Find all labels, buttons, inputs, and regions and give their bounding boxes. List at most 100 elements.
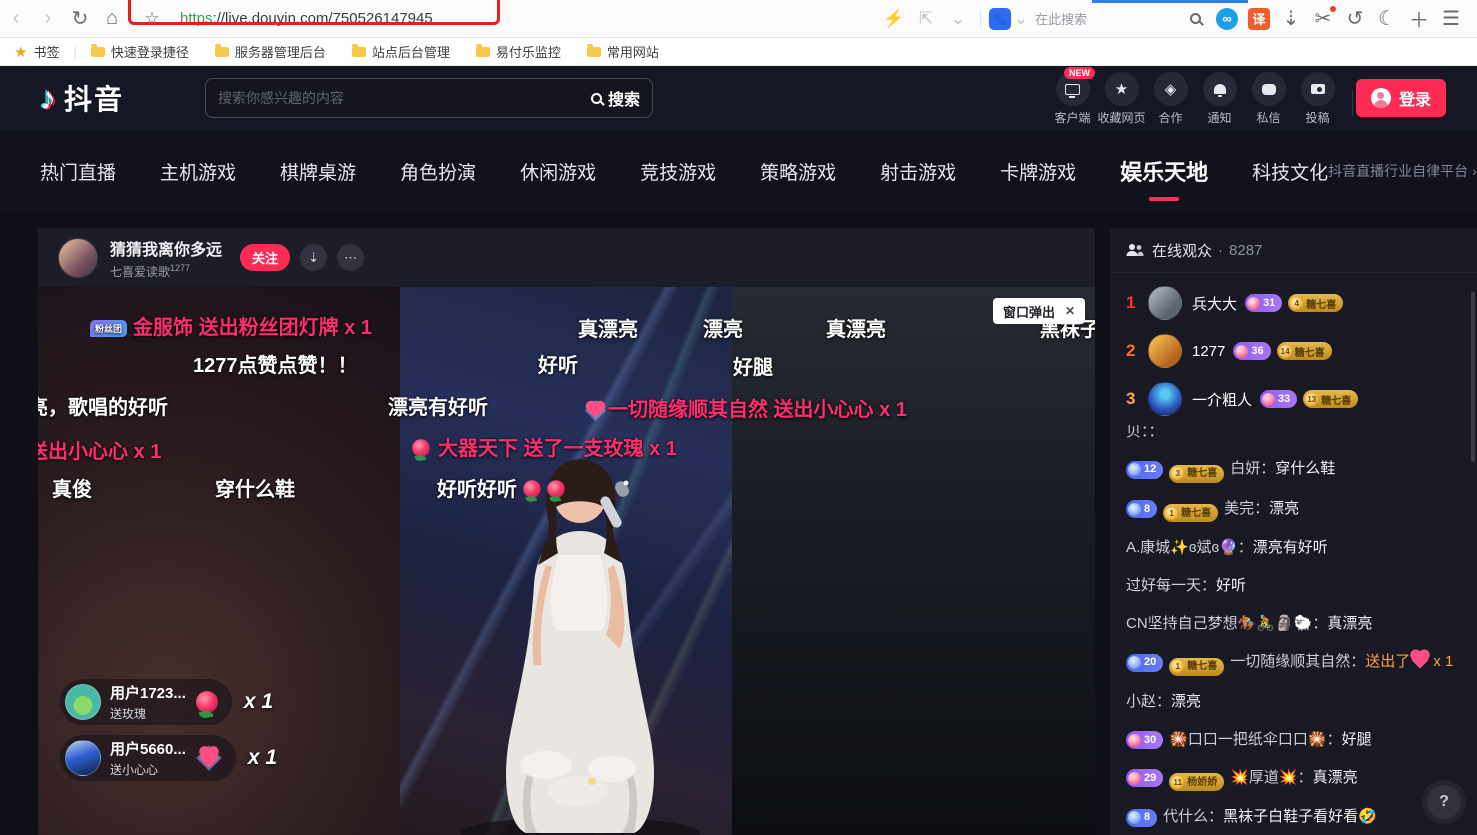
tab-tech-culture[interactable]: 科技文化 [1252, 158, 1328, 185]
paw-search-engine-icon[interactable]: 🐾 [989, 8, 1011, 30]
douyin-logo[interactable]: ♪ 抖音 [40, 78, 124, 118]
chat-message: 81糖七喜美完：漂亮 [1126, 496, 1463, 523]
viewer-avatar [1148, 334, 1182, 368]
search-icon[interactable] [1180, 4, 1210, 34]
fanclub-badge: 3糖七喜 [1169, 465, 1224, 483]
forward-icon[interactable]: › [33, 4, 63, 34]
translate-icon[interactable]: 译 [1248, 8, 1270, 30]
rank-row[interactable]: 1 兵大大 31 4糖七喜 [1110, 279, 1477, 327]
danmaku: 1277点赞点赞！！ [193, 349, 358, 378]
rank-row[interactable]: 2 1277 36 14糖七喜 [1110, 327, 1477, 375]
site-search-box[interactable]: 搜索 [205, 78, 653, 118]
bookmark-folder[interactable]: 服务器管理后台 [215, 42, 326, 61]
download-icon[interactable]: ⇣ [1276, 4, 1306, 34]
chat-message: 30🎇口口一把纸伞口口🎇：好腿 [1126, 727, 1463, 752]
home-icon[interactable]: ⌂ [97, 4, 127, 34]
site-search-button[interactable]: 搜索 [591, 86, 640, 110]
nav-item-favorite[interactable]: ★ 收藏网页 [1097, 72, 1146, 126]
scrollbar-thumb[interactable] [1471, 292, 1475, 462]
download-button[interactable]: ⇣ [300, 244, 327, 271]
chat-text: 真漂亮 [1327, 615, 1372, 632]
bookmark-folder[interactable]: 快速登录捷径 [91, 42, 189, 61]
lightning-icon[interactable]: ⚡ [879, 4, 909, 34]
rank-row[interactable]: 3 一介粗人 33 13糖七喜 [1110, 375, 1477, 423]
danmaku: 真俊 [52, 473, 92, 502]
bookmark-star-icon[interactable]: ☆ [137, 4, 167, 34]
scissors-icon[interactable]: ✂ [1308, 4, 1338, 34]
sync-extension-icon[interactable]: ∞ [1216, 8, 1238, 30]
level-icon [1262, 393, 1275, 406]
new-badge: NEW [1064, 67, 1095, 79]
nav-item-cooperation[interactable]: ◈ 合作 [1146, 72, 1195, 126]
help-button[interactable]: ? [1427, 785, 1461, 819]
tab-roleplay[interactable]: 角色扮演 [400, 158, 476, 185]
folder-icon [587, 47, 601, 57]
chevron-down-icon[interactable]: ⌄ [1014, 4, 1028, 34]
folder-icon [352, 47, 366, 57]
tab-console-games[interactable]: 主机游戏 [160, 158, 236, 185]
tab-board-games[interactable]: 棋牌桌游 [280, 158, 356, 185]
bookmark-folder[interactable]: 常用网站 [587, 42, 659, 61]
danmaku: 好听 [538, 349, 578, 378]
night-mode-icon[interactable]: ☾ [1372, 4, 1402, 34]
heart-icon [1412, 652, 1429, 669]
tab-card-games[interactable]: 卡牌游戏 [1000, 158, 1076, 185]
viewer-name: 一介粗人 [1192, 389, 1252, 410]
heart-icon [588, 403, 604, 419]
tab-competitive-games[interactable]: 竞技游戏 [640, 158, 716, 185]
tab-shooting-games[interactable]: 射击游戏 [880, 158, 956, 185]
nav-item-messages[interactable]: 私信 [1244, 72, 1293, 126]
tab-casual-games[interactable]: 休闲游戏 [520, 158, 596, 185]
nav-item-client[interactable]: NEW 客户端 [1048, 72, 1097, 126]
fanclub-badge: 14糖七喜 [1277, 342, 1332, 360]
address-bar[interactable]: ☆ https://live.douyin.com/750526147945 [136, 4, 445, 34]
site-search-input[interactable] [218, 90, 591, 106]
chat-list[interactable]: 贝：： 123糖七喜白妍：穿什么鞋 81糖七喜美完：漂亮 A.康城✨ɞ斌ɞ🔮：漂… [1110, 423, 1477, 829]
new-tab-icon[interactable]: ＋ [1404, 4, 1434, 34]
video-area[interactable]: 粉丝团金服饰 送出粉丝团灯牌 x 1 1277点赞点赞！！ 亮，歌唱的好听 漂亮… [38, 287, 1095, 835]
streamer-avatar[interactable] [58, 238, 98, 278]
self-discipline-link[interactable]: 抖音直播行业自律平台 › [1328, 161, 1477, 181]
chat-message: A.康城✨ɞ斌ɞ🔮：漂亮有好听 [1126, 535, 1463, 560]
bookmarks-star-icon: ★ [14, 43, 27, 61]
tab-entertainment-active[interactable]: 娱乐天地 [1120, 155, 1208, 187]
tab-strategy-games[interactable]: 策略游戏 [760, 158, 836, 185]
gift-toast: 用户5660... 送小心心 x 1 [60, 735, 277, 781]
more-button[interactable]: ⋯ [337, 244, 364, 271]
chevron-down-icon[interactable]: ⌄ [943, 4, 973, 34]
side-search-input[interactable]: 在此搜索 [1029, 9, 1179, 28]
popup-window-button[interactable]: 窗口弹出 ✕ [993, 298, 1085, 324]
login-button[interactable]: 登录 [1356, 79, 1446, 117]
gift-action: 送小心心 [110, 761, 186, 778]
share-icon[interactable]: ⇱ [911, 4, 941, 34]
gift-user-avatar [65, 684, 101, 720]
folder-icon [476, 47, 490, 57]
back-icon[interactable]: ‹ [1, 4, 31, 34]
danmaku: 真漂亮 [578, 313, 638, 342]
rank-number: 1 [1126, 293, 1148, 313]
menu-icon[interactable]: ☰ [1436, 4, 1466, 34]
level-badge: 36 [1233, 342, 1270, 360]
bookmarks-label[interactable]: 书签 [33, 42, 59, 61]
viewer-avatar [1148, 382, 1182, 416]
bookmark-folder[interactable]: 站点后台管理 [352, 42, 450, 61]
reload-icon[interactable]: ↻ [65, 4, 95, 34]
nav-item-upload[interactable]: 投稿 [1293, 72, 1342, 126]
chat-user: 美完 [1224, 500, 1254, 517]
url-text[interactable]: https://live.douyin.com/750526147945 [168, 4, 445, 34]
chat-text: 真漂亮 [1313, 769, 1358, 786]
chat-text: 好听 [1216, 577, 1246, 594]
toolbar-right-cluster: ⚡ ⇱ ⌄ 🐾 ⌄ 在此搜索 ∞ 译 ⇣ ✂ ↺ ☾ ＋ ☰ [878, 4, 1477, 34]
follow-button[interactable]: 关注 [240, 244, 290, 271]
danmaku: 漂亮有好听 [388, 391, 488, 420]
undo-icon[interactable]: ↺ [1340, 4, 1370, 34]
rank-number: 2 [1126, 341, 1148, 361]
tab-hot-live[interactable]: 热门直播 [40, 158, 116, 185]
bookmark-folder[interactable]: 易付乐监控 [476, 42, 561, 61]
fanclub-badge: 1糖七喜 [1163, 504, 1218, 522]
danmaku: 漂亮 [703, 313, 743, 342]
level-badge: 29 [1126, 769, 1163, 787]
bookmarks-bar: ★ 书签 | 快速登录捷径 服务器管理后台 站点后台管理 易付乐监控 常用网站 [0, 38, 1477, 66]
nav-item-notification[interactable]: 通知 [1195, 72, 1244, 126]
close-icon[interactable]: ✕ [1065, 304, 1075, 318]
